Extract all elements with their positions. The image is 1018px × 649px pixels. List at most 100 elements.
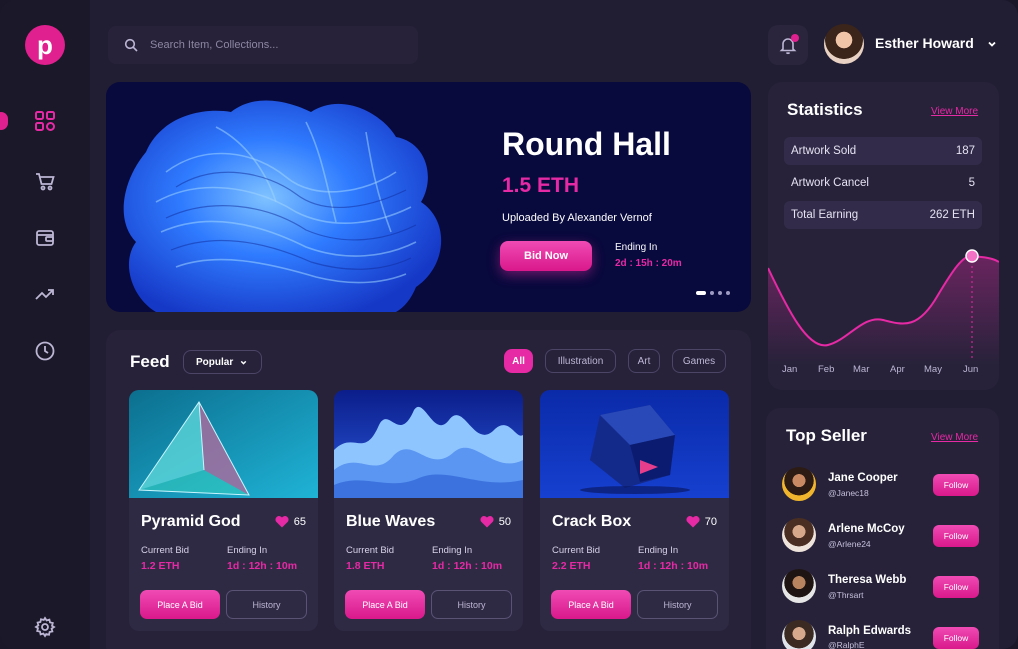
hero-price: 1.5 ETH [502, 174, 580, 197]
current-bid-value: 1.2 ETH [141, 560, 180, 572]
follow-button[interactable]: Follow [933, 525, 979, 547]
likes-count[interactable]: 50 [480, 515, 511, 528]
chart-marker-point[interactable] [965, 249, 979, 263]
settings-icon[interactable] [34, 616, 56, 638]
avatar[interactable] [782, 467, 816, 501]
history-button[interactable]: History [226, 590, 307, 619]
filter-illustration[interactable]: Illustration [545, 349, 616, 373]
bid-now-button[interactable]: Bid Now [500, 241, 592, 271]
likes-count[interactable]: 70 [686, 515, 717, 528]
place-bid-button[interactable]: Place A Bid [345, 590, 425, 619]
top-seller-view-more-link[interactable]: View More [931, 432, 978, 443]
card-image-waves [334, 390, 523, 498]
card-image-pyramid [129, 390, 318, 498]
place-bid-button[interactable]: Place A Bid [551, 590, 631, 619]
likes-count[interactable]: 65 [275, 515, 306, 528]
ending-value: 1d : 12h : 10m [227, 560, 298, 572]
carousel-dot[interactable] [696, 291, 706, 295]
statistics-view-more-link[interactable]: View More [931, 106, 978, 117]
card-title: Blue Waves [346, 513, 436, 530]
brand-logo[interactable]: p [25, 25, 65, 65]
wallet-icon[interactable] [34, 227, 56, 249]
sort-dropdown[interactable]: Popular [183, 350, 262, 374]
seller-handle: @Arlene24 [828, 539, 871, 549]
month-label: Jan [782, 364, 798, 375]
place-bid-button[interactable]: Place A Bid [140, 590, 220, 619]
nft-card[interactable]: Pyramid God 65 Current Bid 1.2 ETH Endin… [129, 390, 318, 631]
user-avatar[interactable] [824, 24, 864, 64]
seller-name[interactable]: Arlene McCoy [828, 523, 905, 535]
history-button[interactable]: History [431, 590, 512, 619]
nft-card[interactable]: Crack Box 70 Current Bid 2.2 ETH Ending … [540, 390, 729, 631]
stat-label: Total Earning [791, 209, 859, 221]
carousel-dots[interactable] [696, 291, 730, 295]
stat-row-sold: Artwork Sold 187 [784, 137, 982, 165]
chart-area [768, 255, 999, 365]
filter-all[interactable]: All [504, 349, 533, 373]
top-seller-title: Top Seller [786, 426, 867, 445]
month-label: Apr [890, 364, 905, 375]
month-label: Feb [818, 364, 835, 375]
filter-games[interactable]: Games [672, 349, 726, 373]
stat-value: 262 ETH [929, 209, 975, 221]
carousel-dot[interactable] [718, 291, 722, 295]
carousel-dot[interactable] [726, 291, 730, 295]
trend-icon[interactable] [34, 283, 56, 305]
seller-name[interactable]: Ralph Edwards [828, 625, 911, 637]
statistics-line-chart [768, 249, 999, 365]
card-title: Pyramid God [141, 513, 241, 530]
cart-icon[interactable] [34, 170, 56, 192]
month-label: Mar [853, 364, 870, 375]
follow-button[interactable]: Follow [933, 627, 979, 649]
month-label: May [924, 364, 942, 375]
notification-dot [791, 34, 799, 42]
active-nav-indicator [0, 112, 8, 130]
avatar[interactable] [782, 569, 816, 603]
dashboard-icon[interactable] [34, 110, 56, 132]
sort-label: Popular [196, 356, 234, 368]
follow-button[interactable]: Follow [933, 474, 979, 496]
heart-icon [686, 516, 700, 528]
card-image-crack-box [540, 390, 729, 498]
app-window: p Esther Howard [0, 0, 1018, 649]
ending-label: Ending In [638, 545, 679, 556]
feed-title: Feed [130, 352, 170, 371]
current-bid-label: Current Bid [346, 545, 395, 556]
follow-button[interactable]: Follow [933, 576, 979, 598]
stat-row-cancel: Artwork Cancel 5 [784, 169, 982, 197]
stat-label: Artwork Cancel [791, 177, 869, 189]
user-name[interactable]: Esther Howard [875, 35, 974, 51]
seller-name[interactable]: Jane Cooper [828, 472, 898, 484]
heart-icon [275, 516, 289, 528]
hero-ending-value: 2d : 15h : 20m [615, 258, 682, 269]
hero-title: Round Hall [502, 126, 671, 162]
seller-name[interactable]: Theresa Webb [828, 574, 906, 586]
heart-icon [480, 516, 494, 528]
search-icon [124, 38, 138, 52]
history-button[interactable]: History [637, 590, 718, 619]
filter-art[interactable]: Art [628, 349, 660, 373]
ending-value: 1d : 12h : 10m [638, 560, 709, 572]
stat-value: 5 [968, 177, 975, 189]
chevron-down-icon[interactable] [986, 38, 998, 50]
nft-card[interactable]: Blue Waves 50 Current Bid 1.8 ETH Ending… [334, 390, 523, 631]
search-input[interactable] [150, 39, 390, 51]
carousel-dot[interactable] [710, 291, 714, 295]
ending-value: 1d : 12h : 10m [432, 560, 503, 572]
stat-value: 187 [955, 145, 975, 157]
clock-icon[interactable] [34, 340, 56, 362]
hero-ending-label: Ending In [615, 242, 658, 253]
current-bid-label: Current Bid [552, 545, 601, 556]
search-bar[interactable] [108, 26, 418, 64]
month-label: Jun [963, 364, 979, 375]
stat-row-earning: Total Earning 262 ETH [784, 201, 982, 229]
stat-label: Artwork Sold [791, 145, 857, 157]
notification-button[interactable] [768, 25, 808, 65]
ending-label: Ending In [227, 545, 268, 556]
hero-artwork [123, 100, 442, 312]
current-bid-value: 1.8 ETH [346, 560, 385, 572]
current-bid-value: 2.2 ETH [552, 560, 591, 572]
avatar[interactable] [782, 620, 816, 649]
avatar[interactable] [782, 518, 816, 552]
ending-label: Ending In [432, 545, 473, 556]
